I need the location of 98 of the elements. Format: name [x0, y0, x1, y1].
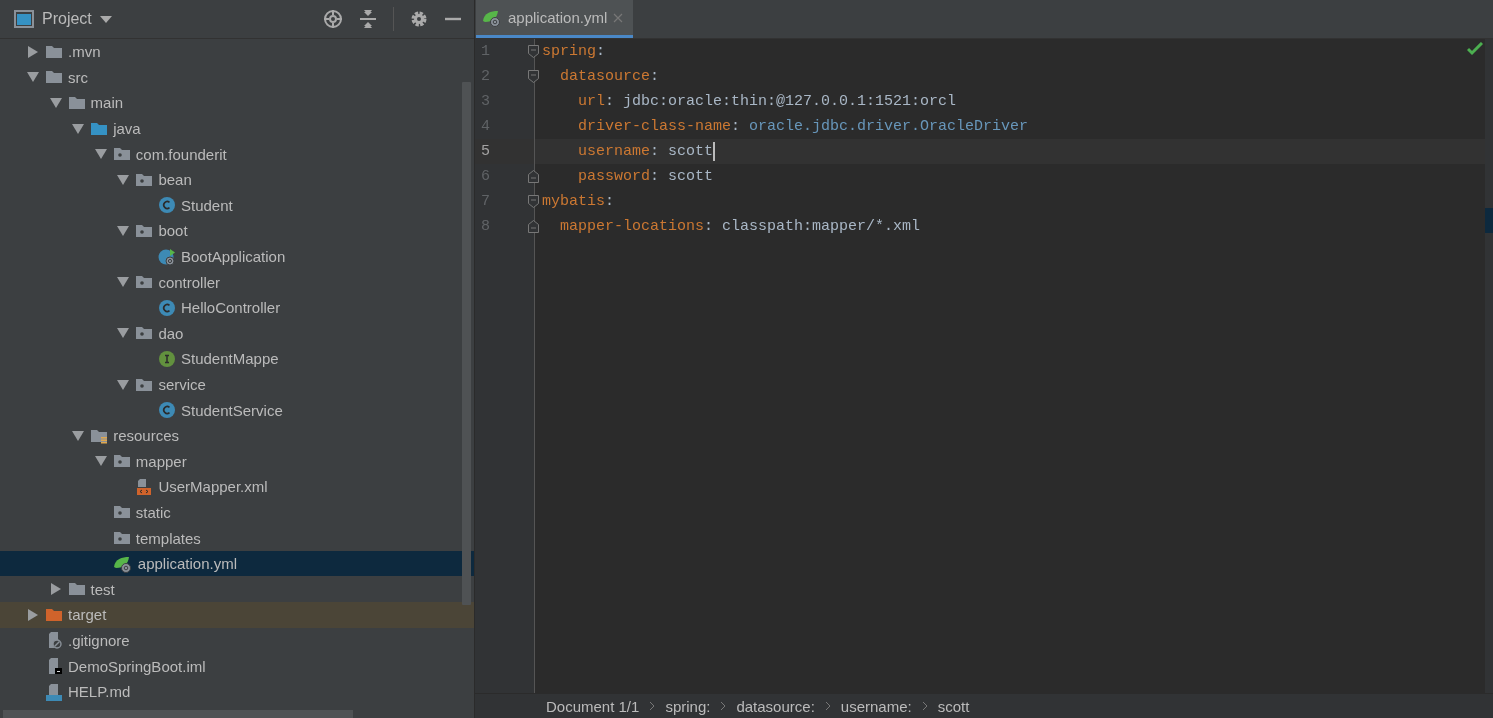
chevron-icon: [720, 701, 727, 711]
locate-icon[interactable]: [323, 9, 343, 29]
scroll-marker: [1485, 208, 1493, 233]
tree-item[interactable]: bean: [158, 171, 192, 189]
yaml-value: classpath:mapper/*.xml: [722, 218, 921, 235]
tree-item[interactable]: resources: [113, 427, 180, 445]
fold-marker-icon[interactable]: [528, 220, 539, 233]
yaml-key: datasource: [542, 68, 651, 85]
tree-item[interactable]: DemoSpringBoot.iml: [68, 657, 206, 675]
tree-item[interactable]: BootApplication: [181, 248, 286, 266]
class-icon: [158, 401, 176, 420]
panel-title[interactable]: Project: [42, 10, 92, 28]
chevron-icon: [649, 701, 656, 711]
chevron-icon: [824, 701, 831, 711]
fold-marker-icon[interactable]: [528, 195, 539, 208]
yaml-colon: :: [650, 143, 661, 160]
expanded-arrow-icon[interactable]: [72, 429, 85, 442]
tree-item[interactable]: Student: [181, 196, 233, 214]
expanded-arrow-icon[interactable]: [117, 276, 130, 289]
tree-item[interactable]: .mvn: [68, 43, 101, 61]
tree-item[interactable]: application.yml: [137, 555, 237, 573]
yaml-key: username: [542, 143, 651, 160]
breadcrumb[interactable]: Document 1/1: [546, 697, 640, 715]
settings-icon[interactable]: [410, 10, 428, 28]
markdown-file-icon: [45, 682, 63, 701]
breadcrumb[interactable]: datasource:: [736, 697, 815, 715]
tree-item[interactable]: main: [90, 94, 124, 112]
yaml-key: driver-class-name: [542, 118, 732, 135]
expanded-arrow-icon[interactable]: [117, 327, 130, 340]
expanded-arrow-icon[interactable]: [27, 71, 39, 84]
spring-leaf-icon: [112, 554, 133, 573]
selected-row[interactable]: application.yml: [0, 550, 474, 577]
fold-marker-icon[interactable]: [528, 170, 539, 183]
line-number: 5: [481, 143, 490, 160]
tree-item[interactable]: mapper: [135, 452, 187, 470]
yaml-key: url: [542, 93, 605, 110]
fold-marker-icon[interactable]: [528, 45, 539, 58]
expanded-arrow-icon[interactable]: [117, 224, 130, 237]
tree-item[interactable]: UserMapper.xml: [158, 478, 268, 496]
yaml-colon: :: [650, 68, 660, 85]
breadcrumb[interactable]: scott: [937, 697, 970, 715]
interface-icon: [158, 349, 176, 368]
expanded-arrow-icon[interactable]: [49, 97, 62, 109]
breadcrumb[interactable]: username:: [840, 697, 912, 715]
tree-item[interactable]: HELP.md: [68, 683, 131, 701]
yaml-colon: :: [650, 168, 661, 185]
tree-item[interactable]: test: [90, 580, 115, 598]
collapse-all-icon[interactable]: [359, 9, 377, 29]
spring-leaf-icon: [482, 8, 502, 27]
tree-item[interactable]: target: [68, 606, 107, 624]
expanded-arrow-icon[interactable]: [94, 148, 107, 161]
yaml-colon: :: [731, 118, 742, 135]
yaml-colon: :: [596, 43, 606, 60]
yaml-key: spring: [542, 43, 596, 60]
class-icon: [158, 196, 176, 215]
collapsed-arrow-icon[interactable]: [27, 608, 39, 621]
yaml-value: scott: [668, 168, 714, 185]
yaml-colon: :: [605, 193, 615, 210]
dropdown-caret-icon[interactable]: [99, 15, 112, 23]
project-window-icon: [14, 10, 34, 28]
breadcrumb[interactable]: spring:: [665, 697, 711, 715]
yaml-key: password: [542, 168, 651, 185]
tree-item[interactable]: java: [113, 120, 141, 138]
yaml-value: jdbc:oracle:thin:@127.0.0.1:1521:orcl: [623, 93, 957, 110]
tree-item[interactable]: templates: [135, 529, 201, 547]
tree-item[interactable]: dao: [158, 324, 184, 342]
expanded-arrow-icon[interactable]: [94, 455, 107, 468]
yaml-colon: :: [605, 93, 616, 110]
class-icon: [158, 298, 176, 317]
expanded-arrow-icon[interactable]: [72, 122, 85, 135]
yaml-value: scott: [668, 143, 714, 160]
yaml-value: oracle.jdbc.driver.OracleDriver: [749, 118, 1029, 135]
chevron-icon: [921, 701, 928, 711]
expanded-arrow-icon[interactable]: [117, 173, 130, 186]
tree-item[interactable]: .gitignore: [68, 631, 130, 649]
inspection-ok-icon: [1467, 42, 1483, 56]
yaml-colon: :: [704, 218, 715, 235]
tree-item[interactable]: service: [158, 376, 206, 393]
expanded-arrow-icon[interactable]: [117, 378, 130, 391]
collapsed-arrow-icon[interactable]: [49, 583, 62, 596]
xml-file-icon: [135, 477, 154, 496]
yaml-key: mybatis: [542, 193, 605, 210]
tree-item[interactable]: src: [68, 68, 88, 86]
tree-item[interactable]: static: [135, 504, 171, 521]
collapsed-arrow-icon[interactable]: [27, 45, 39, 58]
tree-item[interactable]: controller: [158, 273, 221, 291]
tree-item[interactable]: boot: [158, 222, 188, 240]
tree-item[interactable]: StudentService: [181, 401, 283, 419]
editor-tab[interactable]: application.yml: [476, 0, 634, 38]
folder-icon: [67, 94, 86, 112]
tree-item[interactable]: HelloController: [181, 299, 281, 317]
tree-item[interactable]: StudentMappe: [181, 350, 279, 368]
fold-marker-icon[interactable]: [528, 70, 539, 83]
text-cursor: [713, 142, 716, 161]
scrollbar[interactable]: [462, 82, 471, 605]
class-icon: [158, 247, 176, 266]
yaml-key: mapper-locations: [542, 218, 705, 235]
tree-item[interactable]: com.founderit: [135, 145, 227, 163]
